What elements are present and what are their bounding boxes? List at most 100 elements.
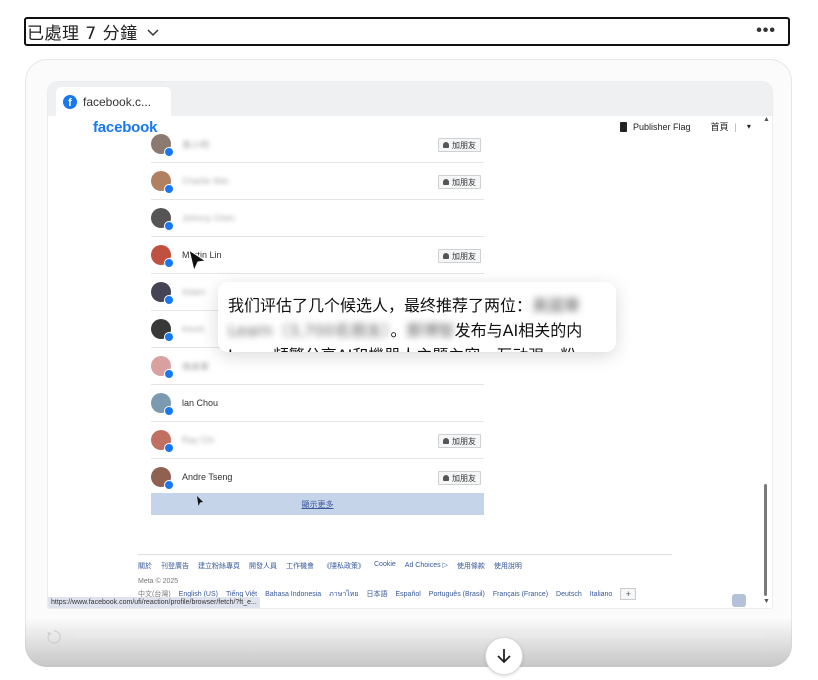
arrow-down-icon (497, 649, 511, 664)
language-link[interactable]: Português (Brasil) (429, 591, 485, 598)
friend-name[interactable]: Kevin (182, 324, 205, 334)
caption-text: 我们评估了几个候选人，最终推荐了两位： (228, 296, 533, 315)
assistant-caption: 我们评估了几个候选人，最终推荐了两位：黃國華 Learn（3,700名朋友）。鄭… (218, 282, 616, 352)
language-link[interactable]: Deutsch (556, 591, 582, 598)
footer-link[interactable]: 工作機會 (286, 561, 314, 571)
friend-row[interactable]: Johnny Chen (151, 200, 484, 237)
facebook-favicon-icon: f (63, 94, 77, 109)
person-icon (443, 475, 449, 481)
more-languages-button[interactable]: + (620, 588, 637, 600)
friend-name[interactable]: Adam (182, 287, 206, 297)
add-friend-button[interactable]: 加朋友 (438, 175, 481, 189)
friend-name[interactable]: Johnny Chen (182, 213, 235, 223)
add-friend-label: 加朋友 (452, 177, 476, 187)
caption-text: 。 (390, 321, 407, 340)
publisher-link[interactable]: Publisher Flag (633, 122, 691, 132)
avatar[interactable] (151, 393, 174, 416)
footer-link[interactable]: 《隱私政策》 (323, 561, 365, 571)
mouse-pointer-icon (188, 248, 208, 273)
more-options-icon[interactable]: ••• (756, 23, 776, 39)
scroll-down-arrow-icon[interactable]: ▼ (763, 598, 770, 605)
language-link[interactable]: Bahasa Indonesia (265, 591, 321, 598)
facebook-logo[interactable]: facebook (93, 119, 157, 136)
footer-link[interactable]: 使用說明 (494, 561, 522, 571)
person-icon (443, 438, 449, 444)
avatar[interactable] (151, 245, 174, 268)
caption-redacted-name: 黃國華 (532, 296, 581, 315)
friend-row[interactable]: 黃小明 加朋友 (151, 126, 484, 163)
link-status-url: https://www.facebook.com/ufi/reaction/pr… (48, 597, 260, 608)
tab-strip: f facebook.c... (48, 82, 772, 116)
caption-redacted-name: 鄭博智 (406, 321, 455, 340)
caption-line-1: 我们评估了几个候选人，最终推荐了两位：黃國華 (228, 292, 580, 316)
scroll-down-button[interactable] (485, 637, 523, 675)
add-friend-button[interactable]: 加朋友 (438, 471, 481, 485)
flag-icon (620, 121, 627, 132)
scroll-up-arrow-icon[interactable]: ▲ (763, 116, 770, 123)
footer-links: 關於 刊登廣告 建立粉絲專頁 開發人員 工作機會 《隱私政策》 Cookie Ad Choic… (138, 554, 672, 571)
footer-link[interactable]: 建立粉絲專頁 (198, 561, 240, 571)
browser-tab-facebook[interactable]: f facebook.c... (56, 87, 171, 116)
footer-link[interactable]: Ad Choices ▷ (405, 561, 448, 571)
friend-name[interactable]: Andre Tseng (182, 472, 232, 482)
friend-name[interactable]: Charlie Wei (182, 176, 228, 186)
caption-redacted-text: Learn（3,700名朋友） (228, 321, 391, 340)
language-link[interactable]: 日本語 (366, 589, 387, 599)
person-icon (443, 142, 449, 148)
friend-row[interactable]: Ray Chi 加朋友 (151, 422, 484, 459)
language-link[interactable]: Español (395, 591, 420, 598)
avatar[interactable] (151, 171, 174, 194)
caption-line-2: Learn（3,700名朋友）。鄭博智发布与AI相关的内 (228, 317, 582, 341)
footer-link[interactable]: 刊登廣告 (161, 561, 189, 571)
avatar[interactable] (151, 356, 174, 379)
header-right: Publisher Flag 首頁 | ▾ (620, 120, 751, 133)
scroll-thumb[interactable] (764, 484, 767, 596)
person-icon (443, 253, 449, 259)
card-fade (25, 618, 792, 667)
footer-link[interactable]: 關於 (138, 561, 152, 571)
add-friend-button[interactable]: 加朋友 (438, 249, 481, 263)
add-friend-label: 加朋友 (452, 140, 476, 150)
avatar[interactable] (151, 208, 174, 231)
replay-icon[interactable] (46, 629, 62, 645)
friend-row[interactable]: Andre Tseng 加朋友 (151, 459, 484, 496)
caption-line-3: Learn頻繁分享AI和機器人主題內容，互动强，粉 (228, 342, 576, 352)
account-menu-caret-icon[interactable]: ▾ (747, 122, 751, 131)
footer-link[interactable]: 使用條款 (457, 561, 485, 571)
friend-name[interactable]: Ray Chi (182, 435, 214, 445)
friend-row[interactable]: 陳美華 (151, 348, 484, 385)
language-link[interactable]: Italiano (590, 591, 613, 598)
avatar[interactable] (151, 134, 174, 157)
avatar[interactable] (151, 467, 174, 490)
friend-name[interactable]: 陳美華 (182, 360, 209, 373)
home-link[interactable]: 首頁 (711, 120, 729, 133)
add-friend-label: 加朋友 (452, 473, 476, 483)
vertical-scrollbar[interactable]: ▲ ▼ (762, 116, 770, 608)
avatar[interactable] (151, 430, 174, 453)
tab-title: facebook.c... (83, 94, 152, 109)
add-friend-button[interactable]: 加朋友 (438, 138, 481, 152)
add-friend-button[interactable]: 加朋友 (438, 434, 481, 448)
add-friend-label: 加朋友 (452, 436, 476, 446)
person-icon (443, 179, 449, 185)
avatar[interactable] (151, 282, 174, 305)
page-viewport: facebook Publisher Flag 首頁 | ▾ 黃小明 加朋友 Cha… (48, 116, 772, 608)
task-status-bar[interactable]: 已處理 7 分鐘 ••• (24, 17, 790, 46)
friend-name[interactable]: lan Chou (182, 398, 218, 408)
friend-name[interactable]: 黃小明 (182, 138, 209, 151)
avatar[interactable] (151, 319, 174, 342)
language-link[interactable]: Français (France) (493, 591, 548, 598)
header-separator: | (734, 121, 737, 132)
add-friend-label: 加朋友 (452, 251, 476, 261)
friend-row[interactable]: lan Chou (151, 385, 484, 422)
copyright: Meta © 2025 (138, 578, 179, 585)
footer-link[interactable]: Cookie (374, 561, 396, 571)
playback-scrubber[interactable] (75, 635, 765, 638)
footer-link[interactable]: 開發人員 (249, 561, 277, 571)
friend-row[interactable]: Charlie Wei 加朋友 (151, 163, 484, 200)
small-pointer-icon (197, 496, 203, 506)
elapsed-status: 已處理 7 分鐘 (27, 24, 138, 44)
help-icon[interactable] (732, 594, 746, 607)
chevron-down-icon[interactable] (146, 25, 160, 39)
language-link[interactable]: ภาษาไทย (329, 589, 358, 600)
